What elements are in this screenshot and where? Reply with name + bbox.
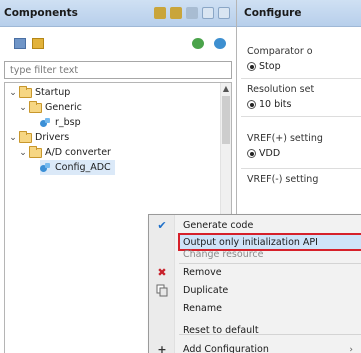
radio-selected-icon[interactable] — [247, 149, 256, 158]
collapse-all-icon[interactable] — [154, 7, 166, 19]
chevron-down-icon[interactable]: ⌄ — [18, 148, 28, 158]
radio-selected-icon[interactable] — [247, 62, 256, 71]
chevron-down-icon[interactable]: ⌄ — [18, 103, 28, 113]
context-menu: ✔ Generate code Output only initializati… — [148, 214, 361, 353]
folder-icon — [29, 145, 42, 158]
comparator-setting: Comparator o Stop — [247, 46, 361, 72]
menu-item-rename[interactable]: Rename — [149, 300, 361, 317]
components-header-icons — [154, 7, 230, 19]
menu-item-change-resource: Change resource — [149, 246, 361, 263]
radio-label: Stop — [259, 61, 281, 72]
filter-input[interactable] — [4, 61, 232, 79]
folder-icon — [19, 85, 32, 98]
radio-label: 10 bits — [259, 99, 292, 110]
menu-item-remove[interactable]: ✖ Remove — [149, 264, 361, 281]
remove-x-icon: ✖ — [157, 266, 167, 279]
minimize-icon[interactable] — [202, 7, 214, 19]
checkmark-icon: ✔ — [157, 219, 167, 232]
tree-item-startup[interactable]: ⌄ Startup — [8, 85, 70, 100]
configure-title: Configure — [244, 7, 302, 19]
view-mode-icon[interactable] — [14, 38, 26, 49]
divider — [241, 168, 361, 169]
tree-item-label: A/D converter — [45, 147, 111, 158]
menu-item-duplicate[interactable]: Duplicate — [149, 282, 361, 299]
setting-label: VREF(+) setting — [247, 133, 323, 144]
setting-label: Comparator o — [247, 46, 313, 57]
menu-item-label: Reset to default — [183, 325, 259, 336]
tree-item-label: Startup — [35, 87, 71, 98]
chevron-down-icon[interactable]: ⌄ — [8, 133, 18, 143]
chevron-down-icon[interactable]: ⌄ — [8, 88, 18, 98]
radio-label: VDD — [259, 148, 281, 159]
components-header: Components — [0, 0, 236, 27]
menu-item-label: Rename — [183, 303, 222, 314]
duplicate-icon — [155, 284, 169, 298]
tree-item-label: Drivers — [35, 132, 70, 143]
maximize-icon[interactable] — [218, 7, 230, 19]
menu-item-label: Add Configuration — [183, 344, 269, 353]
tree-item-config-adc[interactable]: Config_ADC — [40, 160, 115, 175]
divider — [241, 116, 361, 117]
tree-item-generic[interactable]: ⌄ Generic — [18, 100, 82, 115]
tree-item-drivers[interactable]: ⌄ Drivers — [8, 130, 69, 145]
menu-item-label: Duplicate — [183, 285, 229, 296]
menu-item-label: Remove — [183, 267, 222, 278]
hierarchy-view-icon[interactable] — [32, 38, 44, 49]
scroll-up-icon[interactable]: ▲ — [221, 84, 231, 94]
resolution-setting: Resolution set 10 bits — [247, 84, 361, 110]
tree-item-label: Config_ADC — [55, 162, 111, 173]
setting-label: VREF(-) setting — [247, 174, 319, 185]
scroll-thumb[interactable] — [222, 96, 230, 144]
menu-item-label: Change resource — [183, 249, 264, 260]
tree-item-ad-converter[interactable]: ⌄ A/D converter — [18, 145, 111, 160]
configure-header: Configure — [237, 0, 361, 27]
components-title: Components — [4, 7, 78, 19]
radio-option[interactable]: Stop — [247, 61, 361, 72]
expand-all-icon[interactable] — [170, 7, 182, 19]
add-component-icon[interactable] — [192, 38, 204, 49]
tree-item-label: r_bsp — [55, 117, 81, 128]
plus-icon: + — [157, 343, 167, 353]
menu-item-add-configuration[interactable]: + Add Configuration › — [149, 341, 361, 353]
radio-option[interactable]: VDD — [247, 148, 361, 159]
tree-item-label: Generic — [45, 102, 82, 113]
component-icon — [40, 117, 51, 128]
link-editor-icon[interactable] — [186, 7, 198, 19]
folder-icon — [19, 130, 32, 143]
folder-icon — [29, 100, 42, 113]
vref-minus-setting: VREF(-) setting — [247, 174, 361, 185]
radio-selected-icon[interactable] — [247, 100, 256, 109]
menu-item-label: Generate code — [183, 220, 254, 231]
vref-plus-setting: VREF(+) setting VDD — [247, 133, 361, 159]
menu-item-generate-code[interactable]: ✔ Generate code — [149, 217, 361, 234]
components-toolbar — [0, 27, 236, 59]
menu-item-reset-to-default[interactable]: Reset to default — [149, 322, 361, 339]
radio-option[interactable]: 10 bits — [247, 99, 361, 110]
divider — [241, 78, 361, 79]
setting-label: Resolution set — [247, 84, 315, 95]
component-icon — [40, 162, 51, 173]
submenu-arrow-icon: › — [349, 344, 353, 353]
tree-item-r-bsp[interactable]: r_bsp — [40, 115, 81, 130]
remove-component-icon[interactable] — [214, 38, 226, 49]
